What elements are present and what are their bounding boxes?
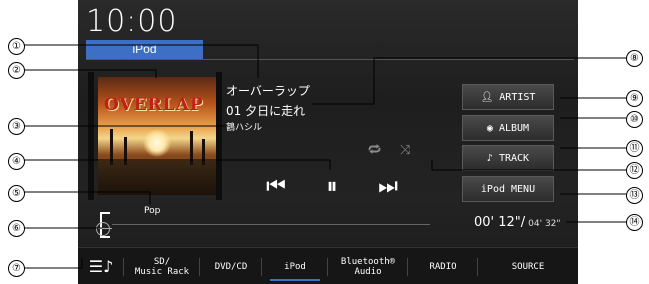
album-button[interactable]: ◉ ALBUM xyxy=(462,115,554,141)
callout-10: ⑩ xyxy=(626,111,643,128)
total-time: 04' 32" xyxy=(528,219,561,229)
source-tab: iPod xyxy=(86,40,203,59)
callout-9: ⑨ xyxy=(626,90,643,107)
tab-label: iPod xyxy=(284,261,306,272)
callout-8: ⑧ xyxy=(626,50,643,67)
callout-14: ⑭ xyxy=(626,214,643,231)
seek-bar[interactable] xyxy=(112,224,430,225)
skip-previous-icon[interactable]: ⏮︎ xyxy=(256,168,296,206)
ipod-menu-button[interactable]: iPod MENU xyxy=(462,176,554,202)
pause-icon[interactable]: ⏸︎ xyxy=(312,168,352,206)
disc-icon: ◉ xyxy=(486,123,493,134)
callout-3: ③ xyxy=(8,118,25,135)
tree-graphic xyxy=(190,131,193,165)
album-art: OVERLAP xyxy=(98,77,216,195)
callout-5: ⑤ xyxy=(8,185,25,202)
tree-graphic xyxy=(124,137,127,165)
artist-button[interactable]: 👤︎ ARTIST xyxy=(462,84,554,110)
tab-sd-music-rack[interactable]: SD/ Music Rack xyxy=(124,248,200,284)
source-bar: ☰♪ SD/ Music Rack DVD/CD iPod Bluetooth®… xyxy=(78,247,578,284)
tab-settings-music[interactable]: ☰♪ xyxy=(78,248,124,284)
tab-label: Bluetooth® Audio xyxy=(340,256,396,277)
artist-button-label: ARTIST xyxy=(499,92,536,103)
album-title: オーバーラップ xyxy=(226,84,310,98)
callout-2: ② xyxy=(8,62,25,79)
tab-label: RADIO xyxy=(429,261,457,272)
repeat-icon[interactable]: 🔁︎ xyxy=(368,144,381,158)
tab-bluetooth-audio[interactable]: Bluetooth® Audio xyxy=(328,248,408,284)
callout-7: ⑦ xyxy=(8,260,25,277)
tab-ipod[interactable]: iPod xyxy=(262,248,328,284)
active-indicator xyxy=(270,279,320,281)
shuffle-icon[interactable]: ⤨ xyxy=(400,144,410,158)
tab-dvd-cd[interactable]: DVD/CD xyxy=(200,248,262,284)
settings-music-icon: ☰♪ xyxy=(88,256,114,276)
play-mode-icons: 🔁︎ ⤨ xyxy=(364,144,426,158)
tab-label: SOURCE xyxy=(511,261,545,272)
music-note-icon: ♪ xyxy=(486,153,493,164)
ipod-menu-button-label: iPod MENU xyxy=(480,184,536,195)
ipod-screen: 10:00 iPod OVERLAP Pop オーバーラップ 01 夕日に走れ … xyxy=(78,0,578,284)
track-title: 01 夕日に走れ xyxy=(226,104,306,118)
person-icon: 👤︎ xyxy=(480,92,494,103)
sun-graphic xyxy=(143,129,171,157)
callout-1: ① xyxy=(8,38,25,55)
transport-controls: ⏮︎ ⏸︎ ⏭︎ xyxy=(256,168,408,206)
tab-label: SD/ Music Rack xyxy=(134,256,190,277)
divider xyxy=(86,59,574,60)
tab-label: DVD/CD xyxy=(214,261,248,272)
tree-graphic xyxy=(202,139,205,165)
elapsed-time: 00' 12"/ xyxy=(474,215,526,230)
tab-source[interactable]: SOURCE xyxy=(478,248,578,284)
artist-name: 鶴ハシル xyxy=(226,123,263,133)
track-button[interactable]: ♪ TRACK xyxy=(462,145,554,171)
callout-4: ④ xyxy=(8,153,25,170)
tree-graphic xyxy=(110,129,113,165)
callout-11: ⑪ xyxy=(626,140,643,157)
seek-knob-line xyxy=(98,228,112,229)
genre-label: Pop xyxy=(144,206,161,216)
seek-knob[interactable] xyxy=(96,222,110,236)
track-button-label: TRACK xyxy=(498,153,530,164)
art-frame-left xyxy=(88,72,94,200)
art-frame-right xyxy=(216,72,222,200)
playback-time: 00' 12"/04' 32" xyxy=(474,211,561,230)
tab-radio[interactable]: RADIO xyxy=(408,248,478,284)
callout-12: ⑫ xyxy=(626,162,643,179)
album-art-logo: OVERLAP xyxy=(104,95,204,115)
ground-graphic xyxy=(98,161,216,195)
album-button-label: ALBUM xyxy=(498,123,530,134)
callout-6: ⑥ xyxy=(8,220,25,237)
clock: 10:00 xyxy=(86,4,178,39)
callout-13: ⑬ xyxy=(626,187,643,204)
skip-next-icon[interactable]: ⏭︎ xyxy=(368,168,408,206)
